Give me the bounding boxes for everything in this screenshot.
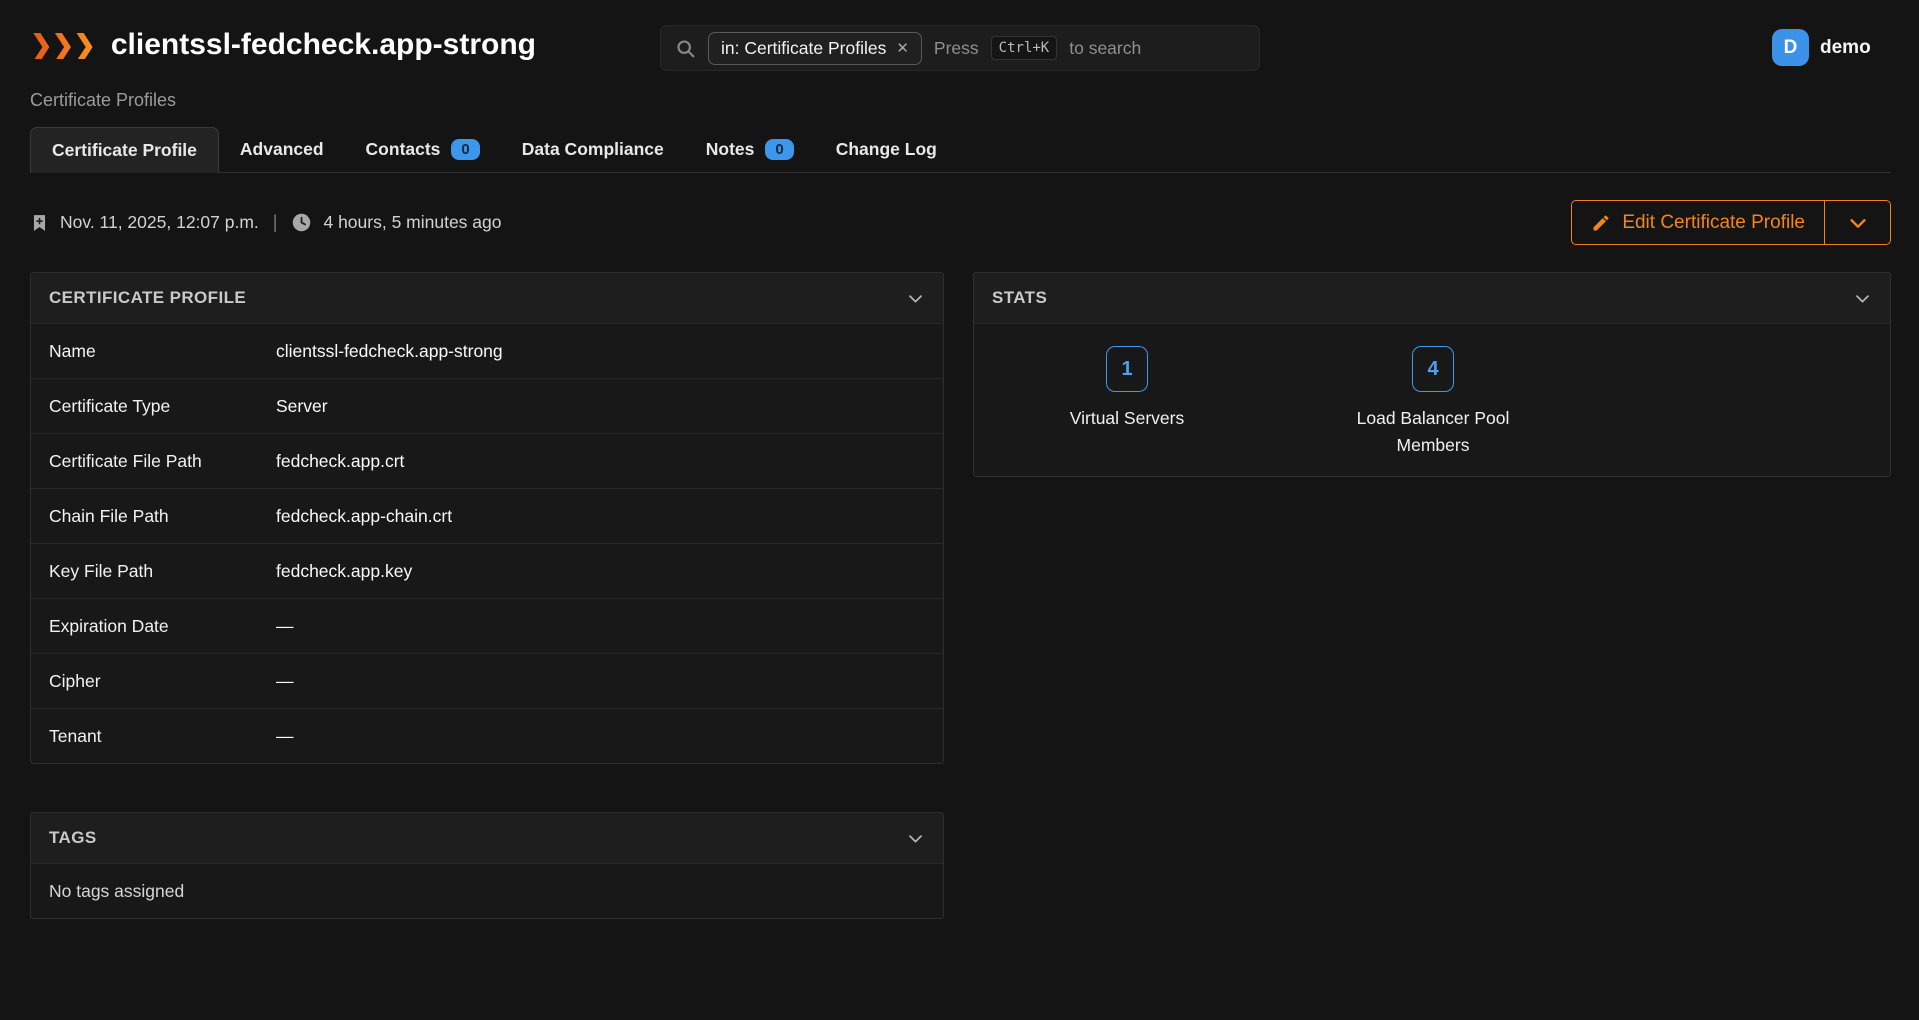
tags-panel-header: TAGS: [31, 813, 943, 863]
search-filter-label: in: Certificate Profiles: [721, 38, 886, 59]
collapse-toggle[interactable]: [1853, 289, 1872, 308]
bookmark-plus-icon: [30, 211, 49, 235]
field-value: —: [276, 616, 294, 637]
collapse-toggle[interactable]: [906, 289, 925, 308]
edit-dropdown-toggle[interactable]: [1824, 200, 1891, 245]
last-updated-text: 4 hours, 5 minutes ago: [323, 212, 501, 233]
field-row-key-file-path: Key File Path fedcheck.app.key: [31, 543, 943, 598]
field-value: —: [276, 726, 294, 747]
edit-certificate-profile-button[interactable]: Edit Certificate Profile: [1571, 200, 1825, 245]
field-label: Key File Path: [49, 561, 276, 582]
notes-count-badge: 0: [765, 139, 793, 160]
edit-button-group: Edit Certificate Profile: [1571, 200, 1891, 245]
panel-title: CERTIFICATE PROFILE: [49, 288, 246, 308]
collapse-toggle[interactable]: [906, 829, 925, 848]
virtual-servers-count[interactable]: 1: [1106, 346, 1148, 392]
certificate-profile-panel: CERTIFICATE PROFILE Name clientssl-fedch…: [30, 272, 944, 764]
certificate-profile-panel-header: CERTIFICATE PROFILE: [31, 273, 943, 323]
field-row-expiration-date: Expiration Date —: [31, 598, 943, 653]
field-value: Server: [276, 396, 328, 417]
breadcrumb[interactable]: Certificate Profiles: [30, 90, 176, 111]
field-label: Certificate Type: [49, 396, 276, 417]
pencil-icon: [1591, 213, 1611, 233]
tab-label: Advanced: [240, 139, 324, 160]
load-balancer-pool-members-count[interactable]: 4: [1412, 346, 1454, 392]
tab-change-log[interactable]: Change Log: [815, 127, 958, 172]
field-row-name: Name clientssl-fedcheck.app-strong: [31, 323, 943, 378]
tab-advanced[interactable]: Advanced: [219, 127, 345, 172]
tab-label: Notes: [706, 139, 755, 160]
app-header: ❯❯❯ clientssl-fedcheck.app-strong: [30, 28, 536, 62]
meta-divider: |: [270, 212, 281, 233]
tags-empty-state: No tags assigned: [31, 863, 943, 918]
tab-certificate-profile[interactable]: Certificate Profile: [30, 127, 219, 173]
contacts-count-badge: 0: [451, 139, 479, 160]
user-menu[interactable]: D demo: [1772, 29, 1871, 66]
field-value: fedcheck.app.key: [276, 561, 412, 582]
field-row-tenant: Tenant —: [31, 708, 943, 763]
chevron-down-icon: [906, 829, 925, 848]
search-hint-suffix: to search: [1069, 38, 1141, 59]
clock-icon: [291, 212, 312, 233]
field-value: fedcheck.app.crt: [276, 451, 404, 472]
field-label: Certificate File Path: [49, 451, 276, 472]
chevron-down-icon: [1853, 289, 1872, 308]
global-search[interactable]: in: Certificate Profiles ✕ Press Ctrl+K …: [660, 25, 1260, 71]
edit-button-label: Edit Certificate Profile: [1622, 212, 1805, 234]
stat-load-balancer-pool-members: 4 Load Balancer Pool Members: [1280, 346, 1586, 459]
chevron-down-icon: [906, 289, 925, 308]
field-value: clientssl-fedcheck.app-strong: [276, 341, 503, 362]
tab-label: Certificate Profile: [52, 140, 197, 161]
field-label: Expiration Date: [49, 616, 276, 637]
tab-label: Data Compliance: [522, 139, 664, 160]
tab-contacts[interactable]: Contacts 0: [345, 127, 501, 172]
field-label: Name: [49, 341, 276, 362]
field-value: —: [276, 671, 294, 692]
stats-panel-header: STATS: [974, 273, 1890, 323]
ctrl-k-shortcut: Ctrl+K: [991, 36, 1058, 60]
stat-label: Load Balancer Pool Members: [1331, 405, 1536, 459]
tags-panel: TAGS No tags assigned: [30, 812, 944, 919]
stats-panel: STATS 1 Virtual Servers 4 Load Balancer …: [973, 272, 1891, 477]
created-timestamp: Nov. 11, 2025, 12:07 p.m.: [60, 212, 259, 233]
detail-tabs: Certificate Profile Advanced Contacts 0 D…: [30, 127, 1891, 173]
field-row-certificate-type: Certificate Type Server: [31, 378, 943, 433]
page-title: clientssl-fedcheck.app-strong: [111, 28, 536, 62]
field-label: Chain File Path: [49, 506, 276, 527]
field-row-chain-file-path: Chain File Path fedcheck.app-chain.crt: [31, 488, 943, 543]
tab-label: Change Log: [836, 139, 937, 160]
object-meta-row: Nov. 11, 2025, 12:07 p.m. | 4 hours, 5 m…: [30, 200, 1891, 245]
search-hint-press: Press: [934, 38, 979, 59]
field-row-cipher: Cipher —: [31, 653, 943, 708]
tab-label: Contacts: [366, 139, 441, 160]
panel-title: STATS: [992, 288, 1047, 308]
stats-body: 1 Virtual Servers 4 Load Balancer Pool M…: [974, 323, 1890, 459]
chip-remove-icon[interactable]: ✕: [896, 39, 909, 57]
app-logo-icon[interactable]: ❯❯❯: [30, 32, 95, 59]
field-row-certificate-file-path: Certificate File Path fedcheck.app.crt: [31, 433, 943, 488]
field-label: Cipher: [49, 671, 276, 692]
field-label: Tenant: [49, 726, 276, 747]
panel-title: TAGS: [49, 828, 97, 848]
tab-notes[interactable]: Notes 0: [685, 127, 815, 172]
stat-virtual-servers: 1 Virtual Servers: [974, 346, 1280, 459]
field-value: fedcheck.app-chain.crt: [276, 506, 452, 527]
search-filter-chip[interactable]: in: Certificate Profiles ✕: [708, 32, 922, 65]
timestamps: Nov. 11, 2025, 12:07 p.m. | 4 hours, 5 m…: [30, 211, 502, 235]
stat-label: Virtual Servers: [1070, 405, 1184, 432]
chevron-down-icon: [1847, 212, 1869, 234]
username: demo: [1820, 37, 1871, 59]
tab-data-compliance[interactable]: Data Compliance: [501, 127, 685, 172]
avatar[interactable]: D: [1772, 29, 1809, 66]
search-icon: [675, 38, 696, 59]
